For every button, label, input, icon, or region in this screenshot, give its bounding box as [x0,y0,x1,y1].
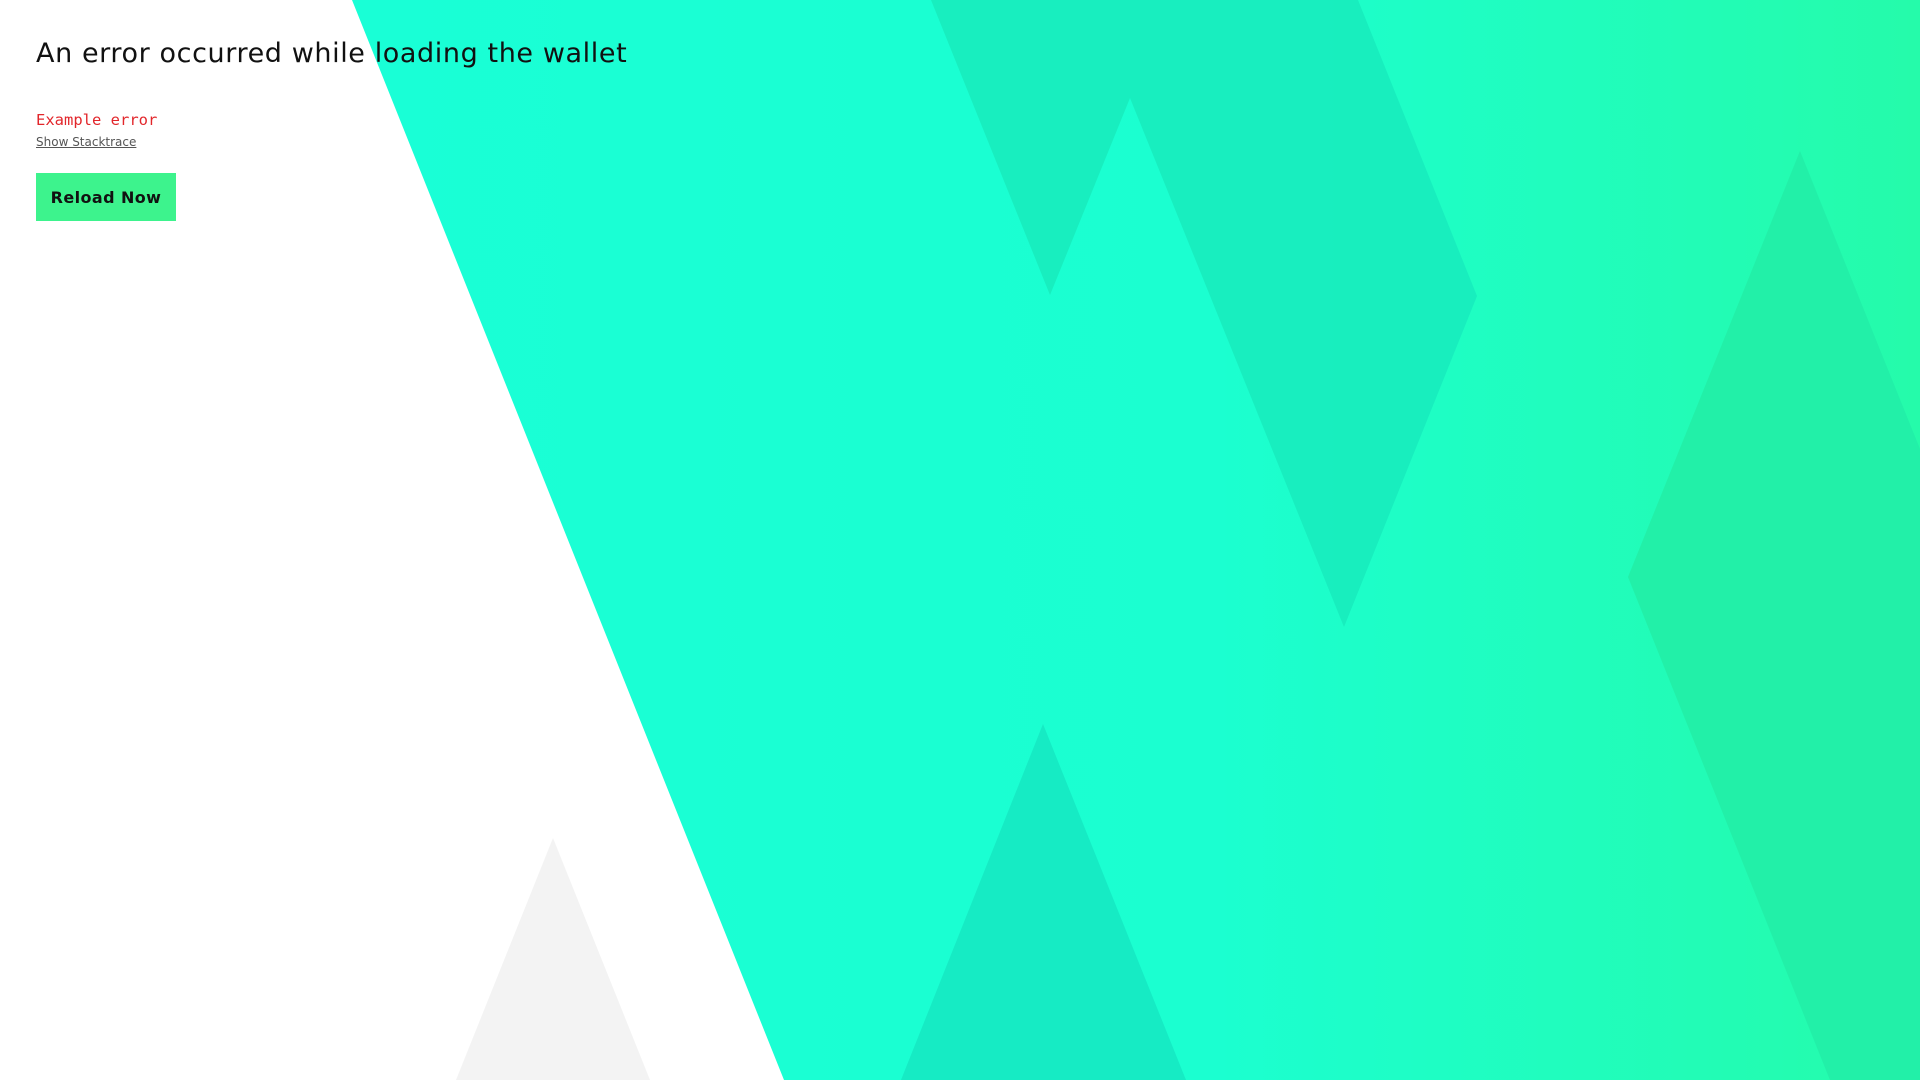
background-shape-grey-triangle [456,838,650,1080]
error-message: Example error [36,111,158,129]
page-title: An error occurred while loading the wall… [36,38,628,69]
show-stacktrace-link[interactable]: Show Stacktrace [36,134,136,150]
error-page: An error occurred while loading the wall… [0,0,1920,1080]
reload-now-button[interactable]: Reload Now [36,173,176,221]
error-panel: An error occurred while loading the wall… [36,36,627,221]
